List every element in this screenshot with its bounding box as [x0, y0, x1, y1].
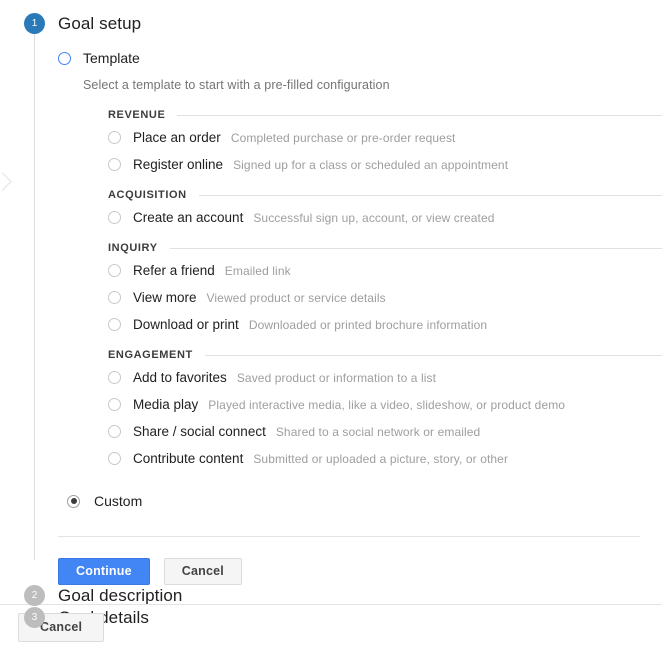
- section-rule: [169, 247, 662, 249]
- step-connector-line: [34, 34, 35, 560]
- section-title-revenue: REVENUE: [108, 109, 166, 121]
- template-item-media-play[interactable]: Media play Played interactive media, lik…: [108, 392, 662, 417]
- step-title-goal-details: Goal details: [58, 608, 149, 627]
- template-item-hint: Emailed link: [224, 263, 291, 278]
- section-rule: [177, 114, 662, 116]
- template-item-label: Share / social connect: [133, 424, 266, 439]
- template-item-label: Contribute content: [133, 451, 244, 466]
- section-header: REVENUE: [108, 109, 662, 121]
- radio-option-template[interactable]: Template: [58, 50, 662, 66]
- section-divider: [58, 536, 640, 537]
- radio-option-custom[interactable]: Custom: [67, 493, 662, 509]
- radio-media-play-icon[interactable]: [108, 398, 121, 411]
- template-item-hint: Saved product or information to a list: [236, 370, 437, 385]
- radio-custom-label: Custom: [94, 493, 143, 509]
- section-rule: [204, 354, 662, 356]
- step-badge-3: 3: [24, 607, 45, 628]
- template-item-hint: Completed purchase or pre-order request: [230, 130, 456, 145]
- template-item-add-to-favorites[interactable]: Add to favorites Saved product or inform…: [108, 365, 662, 390]
- template-item-view-more[interactable]: View more Viewed product or service deta…: [108, 285, 662, 310]
- template-item-hint: Viewed product or service details: [206, 290, 386, 305]
- template-item-refer-a-friend[interactable]: Refer a friend Emailed link: [108, 258, 662, 283]
- template-item-hint: Shared to a social network or emailed: [275, 424, 481, 439]
- template-item-place-an-order[interactable]: Place an order Completed purchase or pre…: [108, 125, 662, 150]
- template-item-label: View more: [133, 290, 197, 305]
- goal-setup-wizard: 1 Goal setup Template Select a template …: [0, 0, 662, 629]
- section-title-acquisition: ACQUISITION: [108, 189, 187, 201]
- template-item-label: Refer a friend: [133, 263, 215, 278]
- template-item-hint: Signed up for a class or scheduled an ap…: [233, 157, 509, 172]
- section-header: ACQUISITION: [108, 189, 662, 201]
- continue-button[interactable]: Continue: [58, 558, 150, 585]
- template-item-download-or-print[interactable]: Download or print Downloaded or printed …: [108, 312, 662, 337]
- template-item-label: Create an account: [133, 210, 244, 225]
- radio-share-social-connect-icon[interactable]: [108, 425, 121, 438]
- section-header: ENGAGEMENT: [108, 349, 662, 361]
- template-item-register-online[interactable]: Register online Signed up for a class or…: [108, 152, 662, 177]
- section-title-inquiry: INQUIRY: [108, 242, 158, 254]
- template-section-inquiry: INQUIRY Refer a friend Emailed link View…: [108, 242, 662, 337]
- template-sections: REVENUE Place an order Completed purchas…: [108, 109, 662, 471]
- radio-contribute-content-icon[interactable]: [108, 452, 121, 465]
- template-item-contribute-content[interactable]: Contribute content Submitted or uploaded…: [108, 446, 662, 471]
- radio-custom-icon[interactable]: [67, 494, 80, 508]
- template-section-acquisition: ACQUISITION Create an account Successful…: [108, 189, 662, 230]
- radio-template-label: Template: [83, 50, 140, 66]
- radio-refer-a-friend-icon[interactable]: [108, 264, 121, 277]
- template-item-label: Media play: [133, 397, 199, 412]
- radio-register-online-icon[interactable]: [108, 158, 121, 171]
- radio-download-or-print-icon[interactable]: [108, 318, 121, 331]
- footer-divider: [0, 604, 662, 605]
- template-item-share-social-connect[interactable]: Share / social connect Shared to a socia…: [108, 419, 662, 444]
- radio-view-more-icon[interactable]: [108, 291, 121, 304]
- goal-setup-body: Template Select a template to start with…: [58, 35, 662, 585]
- template-item-hint: Submitted or uploaded a picture, story, …: [253, 451, 509, 466]
- section-rule: [198, 194, 662, 196]
- template-item-label: Add to favorites: [133, 370, 227, 385]
- template-item-label: Register online: [133, 157, 224, 172]
- step-badge-1: 1: [24, 13, 45, 34]
- section-header: INQUIRY: [108, 242, 662, 254]
- cancel-button[interactable]: Cancel: [163, 558, 242, 585]
- step-badge-2: 2: [24, 585, 45, 606]
- template-description: Select a template to start with a pre-fi…: [83, 78, 390, 92]
- template-section-revenue: REVENUE Place an order Completed purchas…: [108, 109, 662, 177]
- radio-place-an-order-icon[interactable]: [108, 131, 121, 144]
- radio-template-icon[interactable]: [58, 51, 71, 65]
- radio-add-to-favorites-icon[interactable]: [108, 371, 121, 384]
- template-item-hint: Played interactive media, like a video, …: [208, 397, 566, 412]
- template-item-hint: Downloaded or printed brochure informati…: [248, 317, 488, 332]
- wizard-step-goal-setup: 1 Goal setup Template Select a template …: [0, 0, 662, 585]
- step-title-goal-setup: Goal setup: [58, 14, 142, 33]
- template-item-label: Place an order: [133, 130, 221, 145]
- template-item-hint: Successful sign up, account, or view cre…: [253, 210, 495, 225]
- template-item-create-an-account[interactable]: Create an account Successful sign up, ac…: [108, 205, 662, 230]
- template-item-label: Download or print: [133, 317, 239, 332]
- template-section-engagement: ENGAGEMENT Add to favorites Saved produc…: [108, 349, 662, 471]
- radio-create-an-account-icon[interactable]: [108, 211, 121, 224]
- goal-setup-actions: Continue Cancel: [58, 558, 662, 585]
- section-title-engagement: ENGAGEMENT: [108, 349, 193, 361]
